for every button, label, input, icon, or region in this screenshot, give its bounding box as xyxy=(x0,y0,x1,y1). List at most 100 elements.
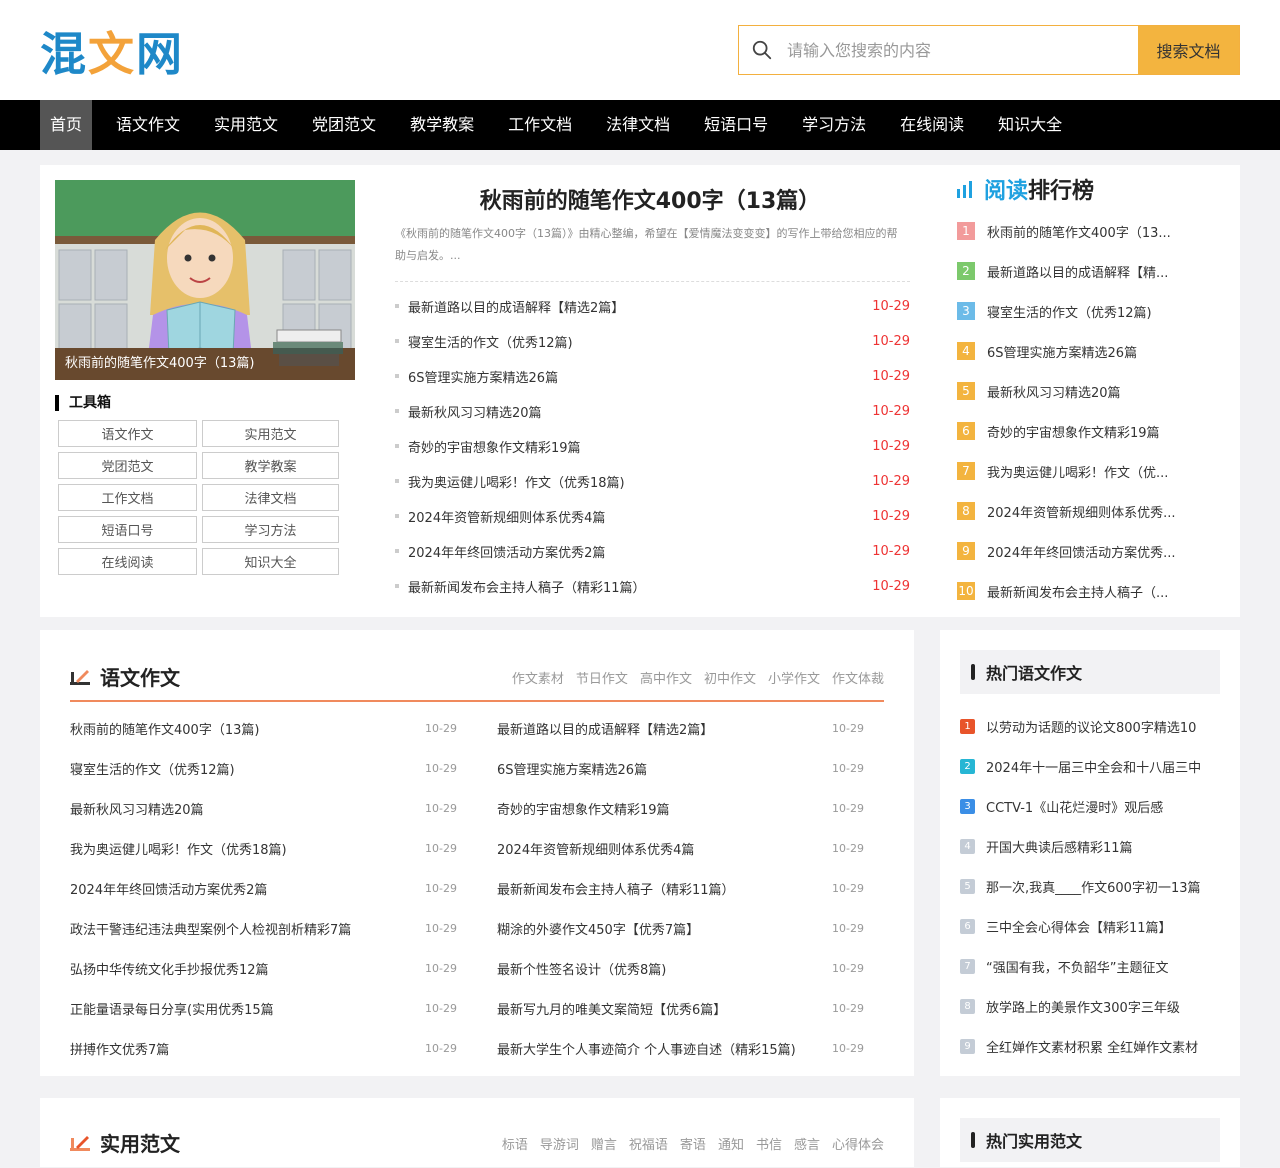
rank-item-title[interactable]: 2024年年终回馈活动方案优秀... xyxy=(987,542,1175,561)
table-row[interactable]: 弘扬中华传统文化手抄报优秀12篇 10-29 xyxy=(70,948,457,988)
list-item-title[interactable]: 最新道路以目的成语解释【精选2篇】 xyxy=(395,297,624,316)
list-item[interactable]: 9 全红婵作文素材积累 全红婵作文素材 xyxy=(960,1026,1220,1066)
toolbox-item[interactable]: 实用范文 xyxy=(202,420,339,447)
table-row[interactable]: 2024年年终回馈活动方案优秀2篇 10-29 xyxy=(70,868,457,908)
section-tag[interactable]: 导游词 xyxy=(540,1134,579,1153)
banner-caption[interactable]: 秋雨前的随笔作文400字（13篇) xyxy=(55,348,355,380)
row-title[interactable]: 糊涂的外婆作文450字【优秀7篇】 xyxy=(497,919,699,938)
section-tag[interactable]: 小学作文 xyxy=(768,668,820,687)
rank-item[interactable]: 8 2024年资管新规细则体系优秀... xyxy=(957,491,1227,531)
row-title[interactable]: 最新道路以目的成语解释【精选2篇】 xyxy=(497,719,713,738)
row-title[interactable]: 最新写九月的唯美文案简短【优秀6篇】 xyxy=(497,999,726,1018)
section-tag[interactable]: 通知 xyxy=(718,1134,744,1153)
search-input[interactable] xyxy=(787,40,1107,60)
section-tag[interactable]: 寄语 xyxy=(680,1134,706,1153)
rank-item[interactable]: 2 最新道路以目的成语解释【精... xyxy=(957,251,1227,291)
list-item-title[interactable]: 以劳动为话题的议论文800字精选10 xyxy=(986,717,1196,736)
feature-title[interactable]: 秋雨前的随笔作文400字（13篇） xyxy=(395,183,905,215)
row-title[interactable]: 奇妙的宇宙想象作文精彩19篇 xyxy=(497,799,670,818)
nav-item[interactable]: 实用范文 xyxy=(204,100,288,150)
toolbox-item[interactable]: 党团范文 xyxy=(58,452,197,479)
nav-item[interactable]: 短语口号 xyxy=(694,100,778,150)
rank-item-title[interactable]: 最新新闻发布会主持人稿子（... xyxy=(987,582,1168,601)
list-item[interactable]: 最新新闻发布会主持人稿子（精彩11篇） 10-29 xyxy=(395,569,910,604)
list-item-title[interactable]: 放学路上的美景作文300字三年级 xyxy=(986,997,1180,1016)
table-row[interactable]: 寝室生活的作文（优秀12篇) 10-29 xyxy=(70,748,457,788)
toolbox-item[interactable]: 工作文档 xyxy=(58,484,197,511)
row-title[interactable]: 寝室生活的作文（优秀12篇) xyxy=(70,759,235,778)
toolbox-item[interactable]: 短语口号 xyxy=(58,516,197,543)
list-item-title[interactable]: 寝室生活的作文（优秀12篇) xyxy=(395,332,573,351)
toolbox-item[interactable]: 教学教案 xyxy=(202,452,339,479)
list-item[interactable]: 6S管理实施方案精选26篇 10-29 xyxy=(395,359,910,394)
toolbox-item[interactable]: 学习方法 xyxy=(202,516,339,543)
list-item[interactable]: 2024年年终回馈活动方案优秀2篇 10-29 xyxy=(395,534,910,569)
row-title[interactable]: 我为奥运健儿喝彩！作文（优秀18篇) xyxy=(70,839,287,858)
row-title[interactable]: 2024年资管新规细则体系优秀4篇 xyxy=(497,839,694,858)
table-row[interactable]: 最新新闻发布会主持人稿子（精彩11篇） 10-29 xyxy=(497,868,864,908)
section-tag[interactable]: 感言 xyxy=(794,1134,820,1153)
table-row[interactable]: 秋雨前的随笔作文400字（13篇) 10-29 xyxy=(70,708,457,748)
rank-item-title[interactable]: 奇妙的宇宙想象作文精彩19篇 xyxy=(987,422,1160,441)
rank-item-title[interactable]: 6S管理实施方案精选26篇 xyxy=(987,342,1137,361)
nav-item[interactable]: 工作文档 xyxy=(498,100,582,150)
nav-item[interactable]: 教学教案 xyxy=(400,100,484,150)
rank-item[interactable]: 4 6S管理实施方案精选26篇 xyxy=(957,331,1227,371)
table-row[interactable]: 最新道路以目的成语解释【精选2篇】 10-29 xyxy=(497,708,864,748)
nav-item[interactable]: 法律文档 xyxy=(596,100,680,150)
section-tag[interactable]: 心得体会 xyxy=(832,1134,884,1153)
row-title[interactable]: 最新新闻发布会主持人稿子（精彩11篇） xyxy=(497,879,735,898)
rank-item-title[interactable]: 最新道路以目的成语解释【精... xyxy=(987,262,1168,281)
featured-banner[interactable]: 秋雨前的随笔作文400字（13篇) xyxy=(55,180,355,380)
list-item-title[interactable]: 三中全会心得体会【精彩11篇】 xyxy=(986,917,1172,936)
section-tag[interactable]: 初中作文 xyxy=(704,668,756,687)
rank-item[interactable]: 9 2024年年终回馈活动方案优秀... xyxy=(957,531,1227,571)
list-item[interactable]: 4 开国大典读后感精彩11篇 xyxy=(960,826,1220,866)
row-title[interactable]: 拼搏作文优秀7篇 xyxy=(70,1039,169,1058)
row-title[interactable]: 最新秋风习习精选20篇 xyxy=(70,799,204,818)
row-title[interactable]: 2024年年终回馈活动方案优秀2篇 xyxy=(70,879,267,898)
rank-item-title[interactable]: 秋雨前的随笔作文400字（13... xyxy=(987,222,1171,241)
section-tag[interactable]: 祝福语 xyxy=(629,1134,668,1153)
row-title[interactable]: 6S管理实施方案精选26篇 xyxy=(497,759,647,778)
rank-item[interactable]: 7 我为奥运健儿喝彩！作文（优... xyxy=(957,451,1227,491)
row-title[interactable]: 正能量语录每日分享(实用优秀15篇 xyxy=(70,999,274,1018)
list-item[interactable]: 奇妙的宇宙想象作文精彩19篇 10-29 xyxy=(395,429,910,464)
toolbox-item[interactable]: 法律文档 xyxy=(202,484,339,511)
section-title[interactable]: 实用范文 xyxy=(70,1128,180,1157)
section-tag[interactable]: 节日作文 xyxy=(576,668,628,687)
list-item[interactable]: 1 以劳动为话题的议论文800字精选10 xyxy=(960,706,1220,746)
list-item[interactable]: 7 “强国有我，不负韶华”主题征文 xyxy=(960,946,1220,986)
section-tag[interactable]: 赠言 xyxy=(591,1134,617,1153)
list-item[interactable]: 寝室生活的作文（优秀12篇) 10-29 xyxy=(395,324,910,359)
list-item-title[interactable]: 我为奥运健儿喝彩！作文（优秀18篇) xyxy=(395,472,625,491)
rank-item[interactable]: 5 最新秋风习习精选20篇 xyxy=(957,371,1227,411)
list-item[interactable]: 2 2024年十一届三中全会和十八届三中 xyxy=(960,746,1220,786)
rank-item[interactable]: 1 秋雨前的随笔作文400字（13... xyxy=(957,211,1227,251)
section-tag[interactable]: 作文体裁 xyxy=(832,668,884,687)
list-item[interactable]: 5 那一次,我真____作文600字初一13篇 xyxy=(960,866,1220,906)
row-title[interactable]: 秋雨前的随笔作文400字（13篇) xyxy=(70,719,259,738)
list-item-title[interactable]: 最新秋风习习精选20篇 xyxy=(395,402,542,421)
list-item-title[interactable]: 2024年资管新规细则体系优秀4篇 xyxy=(395,507,605,526)
list-item-title[interactable]: 最新新闻发布会主持人稿子（精彩11篇） xyxy=(395,577,646,596)
toolbox-item[interactable]: 知识大全 xyxy=(202,548,339,575)
list-item-title[interactable]: 开国大典读后感精彩11篇 xyxy=(986,837,1133,856)
nav-item[interactable]: 在线阅读 xyxy=(890,100,974,150)
rank-item[interactable]: 10 最新新闻发布会主持人稿子（... xyxy=(957,571,1227,611)
nav-item[interactable]: 知识大全 xyxy=(988,100,1072,150)
nav-item[interactable]: 党团范文 xyxy=(302,100,386,150)
list-item-title[interactable]: 2024年十一届三中全会和十八届三中 xyxy=(986,757,1201,776)
table-row[interactable]: 6S管理实施方案精选26篇 10-29 xyxy=(497,748,864,788)
table-row[interactable]: 拼搏作文优秀7篇 10-29 xyxy=(70,1028,457,1068)
rank-item-title[interactable]: 最新秋风习习精选20篇 xyxy=(987,382,1121,401)
list-item-title[interactable]: 2024年年终回馈活动方案优秀2篇 xyxy=(395,542,605,561)
list-item[interactable]: 3 CCTV-1《山花烂漫时》观后感 xyxy=(960,786,1220,826)
list-item-title[interactable]: 6S管理实施方案精选26篇 xyxy=(395,367,558,386)
rank-item-title[interactable]: 我为奥运健儿喝彩！作文（优... xyxy=(987,462,1168,481)
list-item[interactable]: 我为奥运健儿喝彩！作文（优秀18篇) 10-29 xyxy=(395,464,910,499)
list-item-title[interactable]: “强国有我，不负韶华”主题征文 xyxy=(986,957,1168,976)
section-tag[interactable]: 作文素材 xyxy=(512,668,564,687)
table-row[interactable]: 政法干警违纪违法典型案例个人检视剖析精彩7篇 10-29 xyxy=(70,908,457,948)
section-tag[interactable]: 书信 xyxy=(756,1134,782,1153)
